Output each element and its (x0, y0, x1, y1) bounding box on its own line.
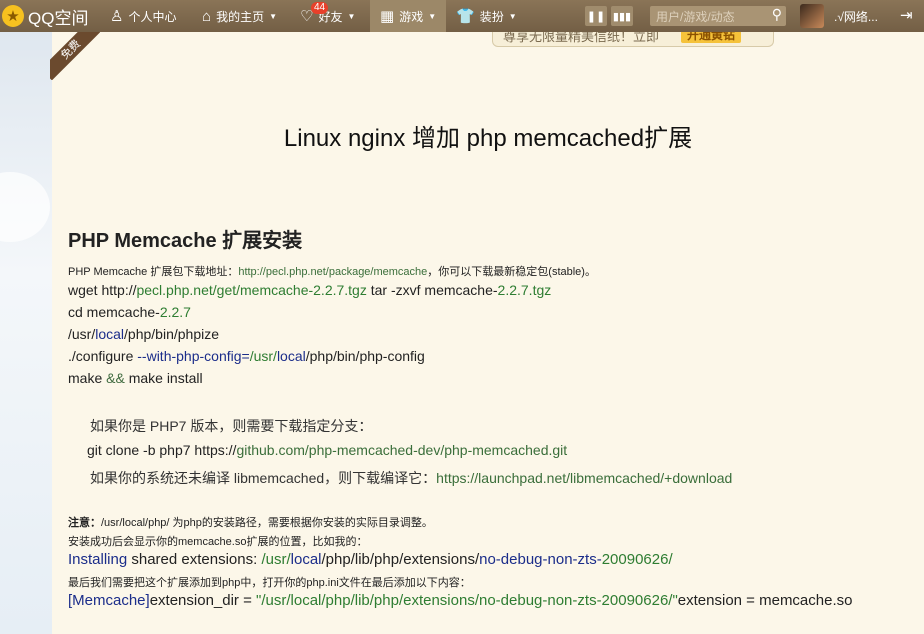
person-icon: ♙ (110, 8, 124, 25)
code-text: Installing (68, 551, 128, 568)
page-title: Linux nginx 增加 php memcached扩展 (283, 125, 693, 152)
code-text: 20090626/ (601, 551, 673, 568)
pause-button[interactable]: ❚❚ (585, 6, 607, 26)
promo-banner: 尊享无限量精美信纸！立即 开通黄钻 (492, 32, 774, 47)
chevron-down-icon: ▼ (428, 11, 437, 21)
code-text: no-debug-non-zts- (479, 551, 602, 568)
search-box: ⚲ (650, 6, 786, 26)
bars-icon: ▮▮▮ (612, 10, 632, 23)
grid-icon: ▦ (380, 8, 395, 25)
code-text: /usr/ (68, 326, 96, 342)
qzone-logo[interactable]: ★ QQ空间 (2, 0, 88, 32)
code-text: make (68, 370, 107, 386)
code-phpize: /usr/local/php/bin/phpize (68, 326, 219, 342)
code-make: make && make install (68, 370, 203, 386)
nav-decorate[interactable]: 👕 装扮 ▼ (456, 0, 517, 32)
github-link[interactable]: github.com/php-memcached-dev/php-memcach… (236, 442, 567, 458)
exit-icon[interactable]: ⇥ (900, 6, 913, 24)
home-icon: ⌂ (202, 7, 212, 25)
nav-games-label: 游戏 (399, 9, 424, 24)
code-text: [Memcache] (68, 592, 150, 609)
code-text: 2.2.7 (159, 304, 191, 320)
code-text: /usr/ (261, 551, 291, 568)
code-text: /php/lib/php/extensions/ (321, 551, 480, 568)
note-label: 注意： (68, 517, 101, 529)
avatar[interactable] (800, 4, 824, 28)
search-input[interactable] (654, 8, 768, 26)
section-title: PHP Memcache 扩展安装 (68, 230, 303, 252)
stats-button[interactable]: ▮▮▮ (611, 6, 633, 26)
star-logo-icon: ★ (2, 5, 24, 27)
pause-icon: ❚❚ (586, 10, 606, 23)
download-suffix: ，你可以下载最新稳定包(stable)。 (427, 266, 596, 278)
code-text: "/usr/local/php/lib/php/extensions/no-de… (256, 592, 678, 609)
code-text: --with-php-config= (137, 348, 250, 364)
code-cd: cd memcache-2.2.7 (68, 304, 191, 320)
code-text: local (276, 348, 306, 364)
free-ribbon: 免费 (50, 32, 100, 80)
code-text: pecl.php.net/get/memcache-2.2.7.tgz (136, 282, 367, 298)
download-prefix: PHP Memcache 扩展包下载地址： (68, 266, 239, 278)
note-line: 注意：/usr/local/php/ 为php的安装路径，需要根据你安装的实际目… (68, 514, 433, 530)
code-text: local (290, 551, 322, 568)
chevron-down-icon: ▼ (347, 11, 356, 21)
code-text: /php/bin/phpize (124, 326, 219, 342)
page-background (0, 32, 52, 634)
ribbon-label: 免费 (50, 32, 100, 80)
search-icon[interactable]: ⚲ (772, 6, 782, 23)
launchpad-link[interactable]: https://launchpad.net/libmemcached/+down… (436, 470, 732, 486)
user-name[interactable]: .√网络... (834, 0, 878, 32)
add-extension-line: 最后我们需要把这个扩展添加到php中，打开你的php.ini文件在最后添加以下内… (68, 577, 471, 589)
libmemcached-note: 如果你的系统还未编译 libmemcached，则下载编译它：https://l… (90, 468, 732, 488)
note-text: /usr/local/php/ 为php的安装路径，需要根据你安装的实际目录调整… (101, 517, 433, 529)
installing-line: Installing shared extensions: /usr/local… (68, 551, 673, 568)
nav-home-label: 我的主页 (216, 9, 265, 24)
chevron-down-icon: ▼ (269, 11, 277, 21)
logo-text: QQ空间 (28, 8, 89, 28)
code-text: 2.2.7.tgz (497, 282, 552, 298)
open-vip-button[interactable]: 开通黄钻 (681, 32, 742, 43)
chevron-down-icon: ▼ (508, 11, 517, 21)
code-text: git clone -b php7 https:// (87, 442, 237, 458)
top-navigation-bar: ★ QQ空间 ♙ 个人中心 ⌂ 我的主页 ▼ ♡ 好友 ▼ 44 ▦ 游戏 ▼ … (0, 0, 924, 32)
code-text: shared extensions: (127, 551, 262, 568)
code-text: cd memcache- (68, 304, 160, 320)
nav-profile-label: 个人中心 (128, 9, 177, 24)
code-text: tar -zxvf memcache- (366, 282, 498, 298)
code-wget: wget http://pecl.php.net/get/memcache-2.… (68, 282, 551, 298)
download-line: PHP Memcache 扩展包下载地址：http://pecl.php.net… (68, 263, 596, 279)
nav-profile[interactable]: ♙ 个人中心 (110, 0, 176, 32)
code-text: wget http:// (68, 282, 137, 298)
code-git-clone: git clone -b php7 https://github.com/php… (87, 442, 567, 458)
code-text: && (106, 370, 125, 386)
code-text: local (95, 326, 125, 342)
shirt-icon: 👕 (456, 8, 475, 25)
code-text: extension_dir = (149, 592, 257, 609)
promo-text: 尊享无限量精美信纸！立即 (503, 32, 660, 44)
php7-note: 如果你是 PHP7 版本，则需要下载指定分支： (90, 418, 373, 434)
nav-friends[interactable]: ♡ 好友 ▼ (300, 0, 355, 32)
after-install-line: 安装成功后会显示你的memcache.so扩展的位置，比如我的： (68, 536, 368, 548)
friends-badge: 44 (311, 2, 329, 14)
code-text: /php/bin/php-config (305, 348, 425, 364)
code-text: ./configure (68, 348, 138, 364)
code-configure: ./configure --with-php-config=/usr/local… (68, 348, 425, 364)
code-text: make install (124, 370, 203, 386)
nav-games[interactable]: ▦ 游戏 ▼ (370, 0, 446, 32)
nav-decorate-label: 装扮 (479, 9, 504, 24)
download-link[interactable]: http://pecl.php.net/package/memcache (238, 266, 427, 278)
ini-line: [Memcache]extension_dir = "/usr/local/ph… (68, 592, 852, 609)
cloud-decoration (0, 172, 50, 242)
nav-home[interactable]: ⌂ 我的主页 ▼ (202, 0, 277, 32)
lib-note-text: 如果你的系统还未编译 libmemcached，则下载编译它： (90, 470, 437, 486)
code-text: /usr/ (249, 348, 277, 364)
code-text: extension = memcache.so (677, 592, 853, 609)
